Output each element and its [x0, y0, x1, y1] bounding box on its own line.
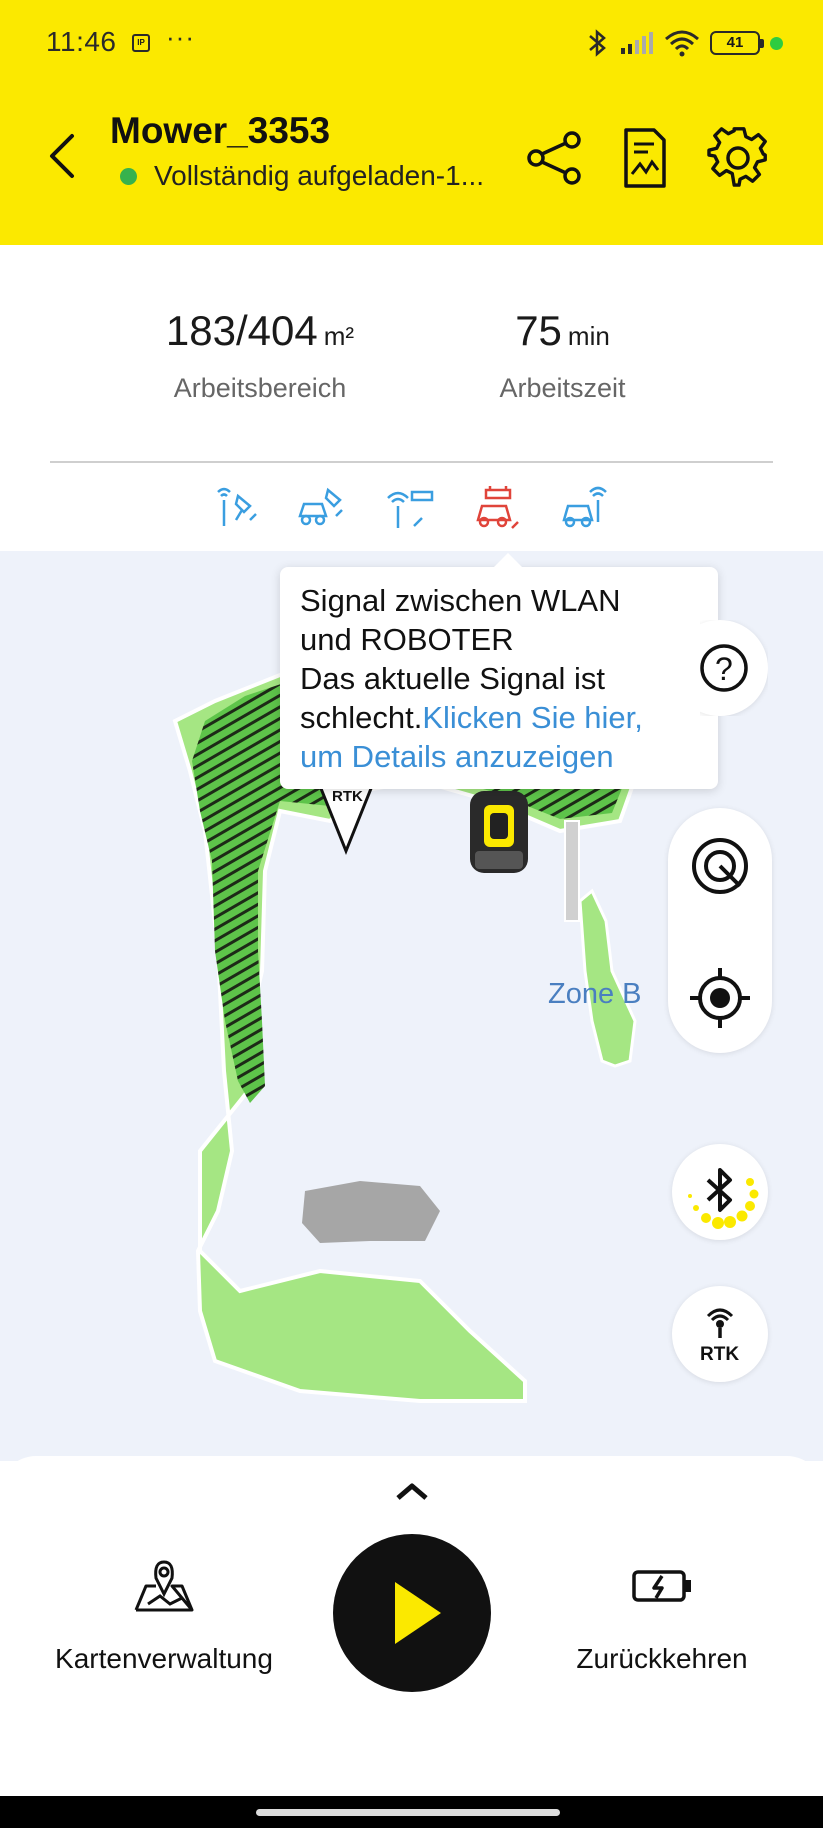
- tooltip-line: Das aktuelle Signal ist: [300, 661, 605, 696]
- privacy-indicator-dot: [770, 36, 783, 50]
- charging-battery-icon: [632, 1570, 691, 1602]
- wifi-to-robot-signal-icon[interactable]: [472, 482, 524, 532]
- bluetooth-connecting-icon: [688, 1168, 759, 1229]
- work-time-label: Arbeitszeit: [499, 373, 626, 403]
- map-management-button[interactable]: Kartenverwaltung: [44, 1556, 284, 1675]
- start-mowing-button[interactable]: [333, 1534, 491, 1692]
- bottom-panel: Kartenverwaltung Zurückkehren: [0, 1456, 823, 1796]
- wifi-to-station-signal-icon[interactable]: [384, 482, 436, 532]
- svg-text:?: ?: [715, 651, 733, 687]
- bluetooth-icon: [589, 29, 606, 57]
- station-to-robot-signal-icon[interactable]: [296, 482, 348, 532]
- signal-tooltip[interactable]: Signal zwischen WLAN und ROBOTER Das akt…: [280, 553, 718, 789]
- share-icon[interactable]: [522, 126, 586, 190]
- bluetooth-button[interactable]: [672, 1144, 768, 1240]
- tooltip-line: schlecht.: [300, 700, 423, 735]
- play-icon: [395, 1582, 441, 1644]
- rtk-button[interactable]: RTK: [672, 1286, 768, 1382]
- battery-icon: 41: [710, 31, 764, 55]
- tooltip-line: Signal zwischen WLAN: [300, 583, 621, 618]
- cellular-signal-icon: [621, 32, 653, 54]
- locate-icon[interactable]: [688, 966, 752, 1030]
- robot-cloud-signal-icon[interactable]: [560, 482, 612, 532]
- device-name: Mower_3353: [110, 110, 331, 151]
- rtk-antenna-icon: RTK: [700, 1308, 739, 1365]
- divider: [50, 461, 773, 463]
- work-area-stat: 183/404 m² Arbeitsbereich: [140, 307, 380, 404]
- channel-path: [564, 820, 580, 922]
- back-arrow-icon[interactable]: [42, 128, 86, 184]
- expand-chevron-icon[interactable]: [394, 1478, 430, 1502]
- work-time-stat: 75 min Arbeitszeit: [460, 307, 665, 404]
- details-link[interactable]: Klicken Sie hier,: [422, 700, 643, 735]
- return-button[interactable]: Zurückkehren: [562, 1556, 762, 1675]
- follow-robot-icon[interactable]: [690, 836, 750, 896]
- mower-robot-icon[interactable]: [470, 791, 528, 873]
- more-notifications-icon: ···: [166, 22, 195, 52]
- zone-b-label: Zone B: [548, 978, 642, 1010]
- status-bar: 11:46 IP ··· 41: [0, 0, 823, 90]
- home-indicator[interactable]: [256, 1809, 560, 1816]
- work-time-value: 75: [515, 307, 562, 354]
- signal-status-row: [0, 482, 823, 538]
- status-icons: 41: [586, 26, 783, 60]
- work-area-unit: m²: [323, 321, 355, 351]
- map-management-label: Kartenverwaltung: [55, 1643, 273, 1674]
- report-icon[interactable]: [612, 126, 676, 190]
- device-status-text: Vollständig aufgeladen-1...: [154, 160, 485, 191]
- rtk-marker-label: RTK: [332, 788, 363, 805]
- wifi-icon: [665, 30, 699, 57]
- rtk-button-label: RTK: [700, 1344, 739, 1365]
- tooltip-line: und ROBOTER: [300, 622, 514, 657]
- details-link[interactable]: um Details anzuzeigen: [300, 737, 698, 776]
- app-header: 11:46 IP ··· 41 Mower_3353 Vollständig a…: [0, 0, 823, 245]
- work-area-label: Arbeitsbereich: [173, 373, 347, 403]
- map-pin-icon: [134, 1560, 194, 1612]
- settings-icon[interactable]: [706, 126, 770, 190]
- work-time-unit: min: [567, 321, 610, 351]
- work-area-value: 183/404: [165, 307, 318, 354]
- rtk-to-station-signal-icon[interactable]: [210, 482, 262, 532]
- return-label: Zurückkehren: [576, 1643, 748, 1674]
- obstacle-area: [302, 1181, 440, 1243]
- ip-badge-icon: IP: [132, 34, 150, 52]
- map-controls-panel: [668, 808, 772, 1053]
- status-time: 11:46: [46, 26, 117, 57]
- stats-panel: 183/404 m² Arbeitsbereich 75 min Arbeitsze…: [0, 245, 823, 465]
